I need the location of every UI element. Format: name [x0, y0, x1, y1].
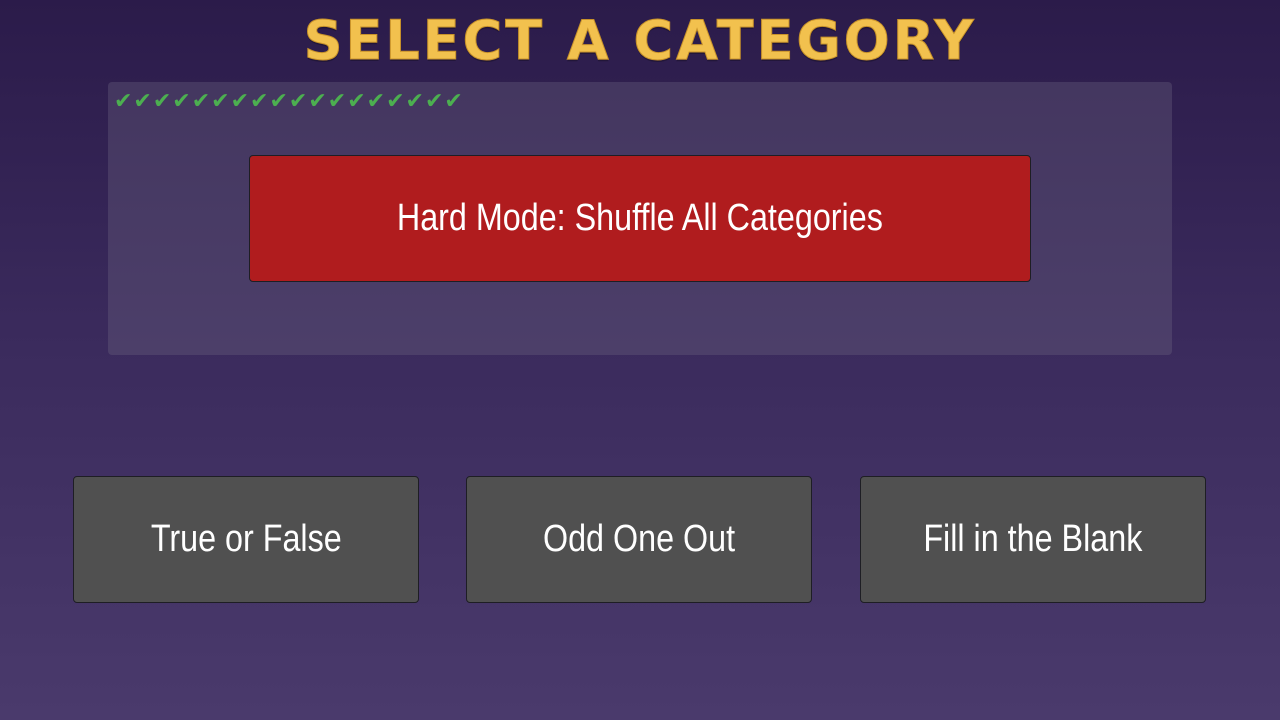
category-button-label: True or False: [150, 518, 342, 560]
category-button-fill-in-the-blank[interactable]: Fill in the Blank: [860, 476, 1206, 603]
hard-mode-button[interactable]: Hard Mode: Shuffle All Categories: [249, 155, 1031, 282]
completed-checkmarks: ✔✔✔✔✔✔✔✔✔✔✔✔✔✔✔✔✔✔: [114, 89, 464, 114]
page-title: SELECT A CATEGORY: [303, 9, 977, 73]
category-button-label: Fill in the Blank: [923, 518, 1143, 560]
category-button-true-or-false[interactable]: True or False: [73, 476, 419, 603]
progress-panel: ✔✔✔✔✔✔✔✔✔✔✔✔✔✔✔✔✔✔ Hard Mode: Shuffle Al…: [108, 82, 1172, 355]
category-button-label: Odd One Out: [542, 518, 736, 560]
hard-mode-button-label: Hard Mode: Shuffle All Categories: [397, 197, 883, 239]
category-button-odd-one-out[interactable]: Odd One Out: [466, 476, 812, 603]
